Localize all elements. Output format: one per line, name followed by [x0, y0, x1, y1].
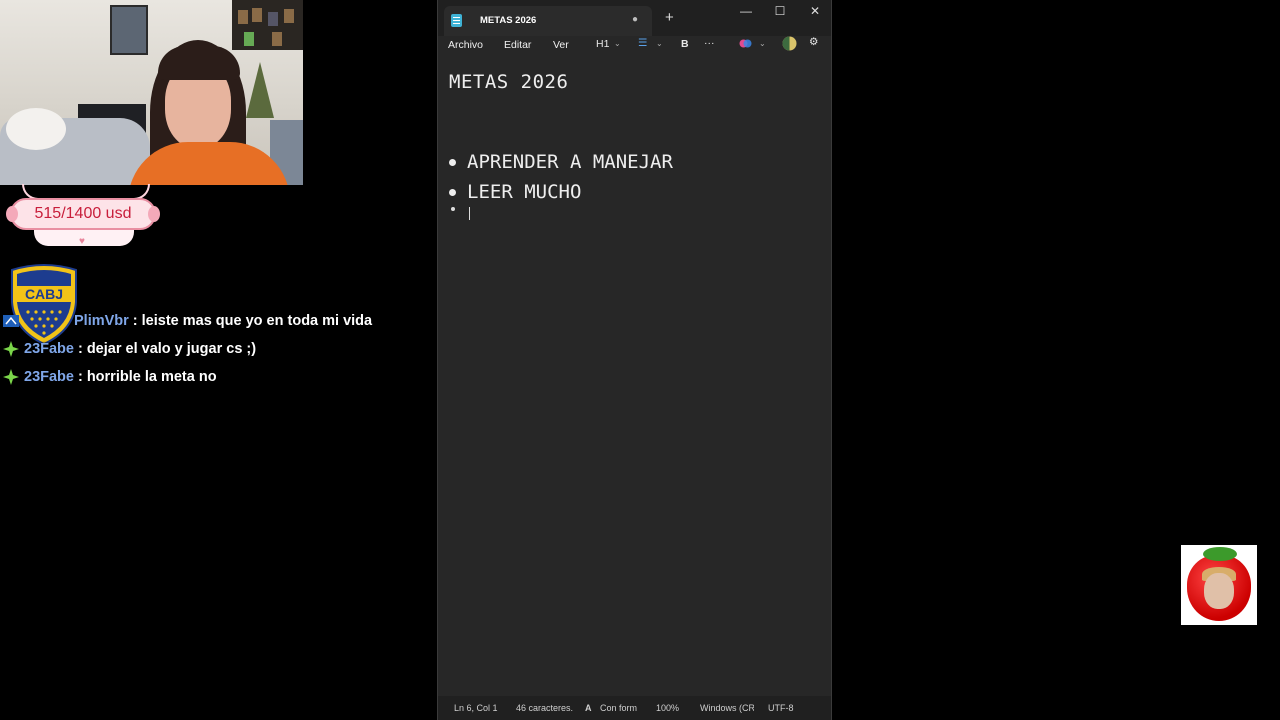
- chat-text: leiste mas que yo en toda mi vida: [141, 313, 373, 329]
- text-editor[interactable]: METAS 2026 APRENDER A MANEJAR LEER MUCHO: [438, 54, 831, 696]
- chevron-down-icon[interactable]: ⌄: [759, 39, 766, 48]
- cursor-position: Ln 6, Col 1: [454, 703, 498, 713]
- bullet-item: APRENDER A MANEJAR: [449, 151, 673, 173]
- chat-username[interactable]: 23Fabe: [24, 369, 74, 385]
- wall-poster: [110, 5, 148, 55]
- notepad-icon: [451, 14, 462, 27]
- empty-bullet-dot-icon: [451, 207, 455, 211]
- sticker-face: [1204, 573, 1234, 609]
- bullet-item: LEER MUCHO: [449, 181, 581, 203]
- leaf-icon: [1203, 547, 1237, 561]
- copilot-icon[interactable]: [739, 37, 752, 53]
- chat-text: horrible la meta no: [86, 369, 217, 385]
- menu-ver[interactable]: Ver: [553, 39, 569, 51]
- chat-username[interactable]: 23Fabe: [24, 341, 74, 357]
- menu-editar[interactable]: Editar: [504, 39, 531, 51]
- webcam-feed: [0, 0, 303, 185]
- notepad-window: METAS 2026 ● + — ☐ ✕ Archivo Editar Ver …: [437, 0, 832, 720]
- formatting-status[interactable]: Con form: [600, 703, 638, 713]
- chat-message: 23Fabe : horrible la meta no: [2, 366, 217, 388]
- settings-gear-icon[interactable]: ⚙: [809, 36, 818, 48]
- pillow: [6, 108, 66, 150]
- chat-text: dejar el valo y jugar cs ;): [86, 341, 257, 357]
- menu-archivo[interactable]: Archivo: [448, 39, 483, 51]
- chat-message: 23Fabe : dejar el valo y jugar cs ;): [2, 338, 256, 360]
- menu-toolbar: Archivo Editar Ver H1 ⌄ ☰ ⌄ B ··· ⌄ ⚙: [438, 36, 831, 54]
- unsaved-dot-icon[interactable]: ●: [632, 14, 638, 25]
- bullet-text: APRENDER A MANEJAR: [467, 151, 673, 173]
- sparkle-badge-icon: [3, 341, 19, 357]
- more-options-button[interactable]: ···: [704, 37, 715, 49]
- new-tab-button[interactable]: +: [665, 10, 674, 26]
- sparkle-badge-icon: [3, 369, 19, 385]
- account-avatar-icon[interactable]: [782, 36, 797, 54]
- christmas-tree: [246, 62, 274, 118]
- bold-button[interactable]: B: [681, 38, 689, 50]
- heading-dropdown[interactable]: H1: [596, 38, 609, 50]
- chevron-down-icon[interactable]: ⌄: [656, 39, 663, 48]
- font-icon: A: [585, 703, 592, 713]
- zoom-level[interactable]: 100%: [656, 703, 679, 713]
- title-bar[interactable]: METAS 2026 ● + — ☐ ✕: [438, 0, 831, 36]
- heart-icon: ♥: [79, 236, 85, 247]
- prime-badge-icon: [3, 315, 19, 327]
- bullet-dot-icon: [449, 158, 456, 166]
- encoding[interactable]: UTF-8: [768, 703, 794, 713]
- shield-text: CABJ: [25, 286, 63, 302]
- streamer-bangs: [158, 46, 240, 80]
- boca-juniors-shield-icon: CABJ: [11, 264, 77, 346]
- strawberry-face-sticker: [1181, 545, 1257, 625]
- minimize-button[interactable]: —: [735, 4, 757, 20]
- text-caret: [469, 207, 470, 220]
- list-icon[interactable]: ☰: [638, 37, 647, 49]
- close-button[interactable]: ✕: [804, 4, 826, 20]
- bullet-text: LEER MUCHO: [467, 181, 582, 203]
- goal-progress-text: 515/1400 usd: [34, 205, 132, 222]
- chevron-down-icon[interactable]: ⌄: [614, 39, 621, 48]
- line-ending[interactable]: Windows (CR: [700, 703, 754, 713]
- document-tab[interactable]: METAS 2026 ●: [444, 6, 652, 36]
- maximize-button[interactable]: ☐: [769, 4, 791, 20]
- shelf: [232, 0, 303, 50]
- goal-banner: 515/1400 usd: [6, 198, 160, 230]
- tab-title: METAS 2026: [480, 15, 537, 26]
- chat-username[interactable]: PlimVbr: [74, 313, 129, 329]
- document-heading: METAS 2026: [449, 71, 569, 93]
- donation-goal-widget: 515/1400 usd ♥: [6, 184, 162, 252]
- bullet-dot-icon: [449, 188, 456, 196]
- status-bar: Ln 6, Col 1 46 caracteres. A Con form 10…: [438, 696, 831, 720]
- character-count: 46 caracteres.: [516, 703, 574, 713]
- chat-message: PlimVbr : leiste mas que yo en toda mi v…: [2, 310, 372, 332]
